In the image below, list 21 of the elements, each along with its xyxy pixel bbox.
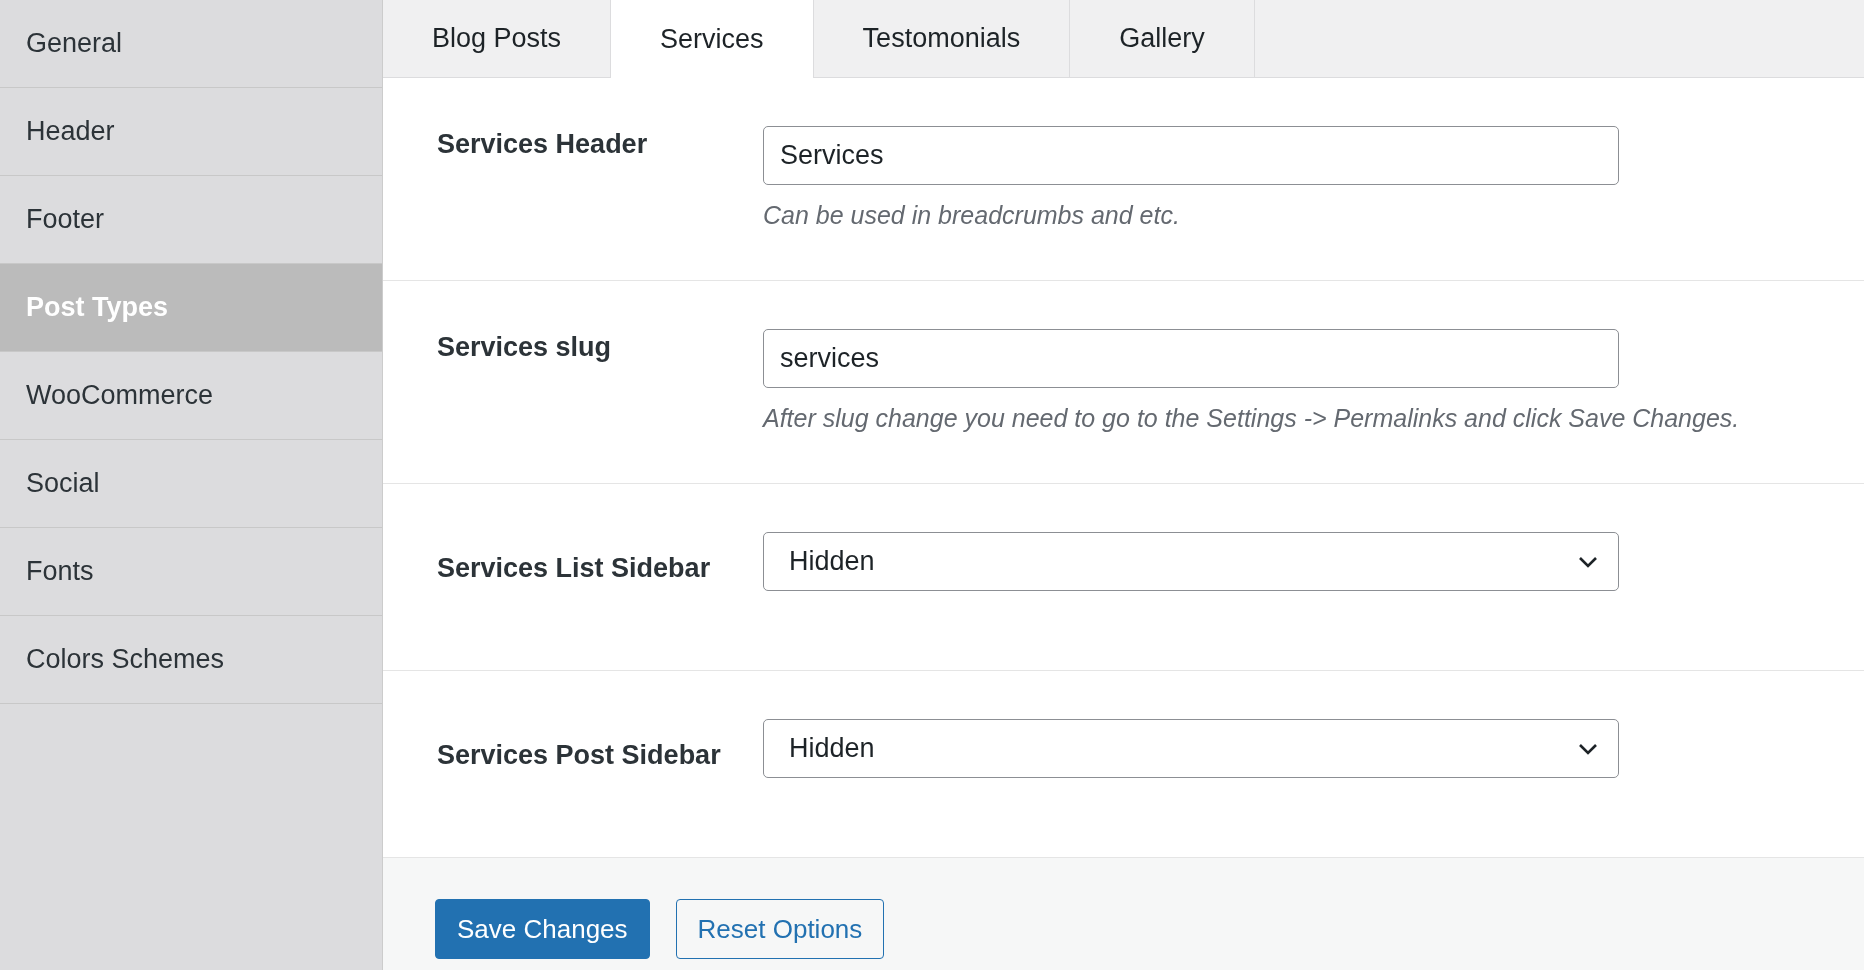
sidebar-item[interactable]: Colors Schemes	[0, 616, 382, 704]
input-field[interactable]: services	[763, 329, 1619, 388]
dropdown[interactable]: Hidden	[763, 532, 1619, 591]
sidebar-item[interactable]: Social	[0, 440, 382, 528]
field-label: Services List Sidebar	[437, 552, 712, 585]
field-description: After slug change you need to go to the Settings -> Permalinks and click Save Changes.	[763, 404, 1741, 433]
field-description: Can be used in breadcrumbs and etc.	[763, 201, 1181, 230]
sidebar-item[interactable]: Header	[0, 88, 382, 176]
field-label: Services Header	[437, 128, 649, 161]
sidebar-item[interactable]: Fonts	[0, 528, 382, 616]
tab[interactable]: Testomonials	[813, 0, 1071, 77]
sidebar-item[interactable]: WooCommerce	[0, 352, 382, 440]
input-field[interactable]: Services	[763, 126, 1619, 185]
action-button[interactable]: Reset Options	[675, 899, 885, 959]
action-button[interactable]: Save Changes	[435, 899, 650, 959]
tab[interactable]: Services	[611, 0, 814, 78]
field-label: Services slug	[437, 331, 613, 364]
tab[interactable]: Gallery	[1070, 0, 1255, 77]
sidebar-item[interactable]: General	[0, 0, 382, 88]
field-label: Services Post Sidebar	[437, 739, 722, 772]
dropdown[interactable]: Hidden	[763, 719, 1619, 778]
